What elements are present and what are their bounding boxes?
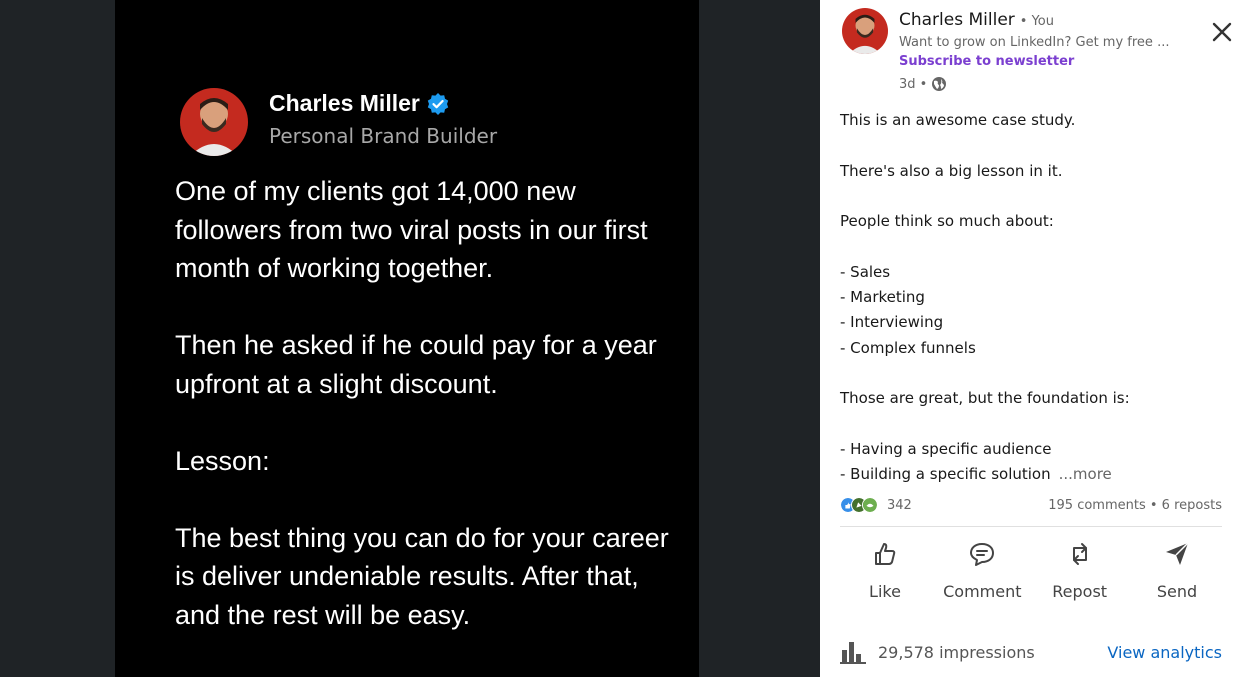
comment-label: Comment [943,582,1022,601]
repost-label: Repost [1052,582,1108,601]
post-image-paragraph: One of my clients got 14,000 new followe… [175,176,648,283]
close-icon[interactable] [1210,20,1234,44]
author-you-label: • You [1019,14,1054,29]
post-text-last-line: - Building a specific solution [840,465,1051,484]
post-text-line: - Sales [840,262,891,281]
post-text-line [840,234,1220,259]
post-text-line: - Interviewing [840,313,944,332]
post-image-author-name: Charles Miller [269,90,420,116]
subscribe-newsletter-link[interactable]: Subscribe to newsletter [899,54,1074,69]
post-text-line: - Marketing [840,288,925,307]
comment-icon [970,543,995,566]
see-more-link[interactable]: ...more [1059,465,1112,483]
comments-reposts-count[interactable]: 195 comments • 6 reposts [1048,498,1222,513]
post-text-line: - Having a specific audience [840,439,1052,458]
impressions: 29,578 impressions [840,640,1035,664]
divider [840,526,1222,527]
send-icon [1165,542,1189,565]
post-image: Charles Miller Personal Brand Builder On… [115,0,699,677]
post-text-line: There's also a big lesson in it. [840,161,1063,180]
social-actions: Like Comment Repost Send [840,540,1222,601]
post-image-paragraph: Lesson: [175,445,270,476]
image-viewer: Charles Miller Personal Brand Builder On… [0,0,820,677]
author-avatar[interactable] [842,8,888,54]
post-text-line: - Complex funnels [840,338,976,357]
post-detail-panel: Charles Miller • You Want to grow on Lin… [820,0,1242,677]
post-text-line [840,133,1220,158]
post-text-line: Those are great, but the foundation is: [840,389,1130,408]
reactions-summary[interactable]: 342 [840,497,912,513]
repost-button[interactable]: Repost [1035,540,1125,601]
post-image-author-title: Personal Brand Builder [269,124,498,148]
repost-icon [1072,543,1087,565]
bar-chart-icon [840,642,866,664]
post-text-line [840,412,1220,437]
post-image-paragraph: The best thing you can do for your caree… [175,522,669,630]
thumbs-up-icon [875,543,896,565]
verified-badge-icon [427,92,449,115]
impressions-count: 29,578 impressions [878,642,1035,662]
send-label: Send [1156,582,1198,601]
globe-icon [932,77,947,91]
comment-button[interactable]: Comment [937,540,1027,601]
view-analytics-link[interactable]: View analytics [1107,643,1222,662]
support-reaction-icon [862,497,878,513]
post-text-line: This is an awesome case study. [840,111,1076,129]
post-text-line: People think so much about: [840,212,1054,231]
like-label: Like [869,582,901,601]
post-text-line [840,184,1220,209]
post-text-line: - Building a specific solution ...more [840,462,1220,487]
post-image-paragraph: Then he asked if he could pay for a year… [175,330,657,399]
post-text-line [840,361,1220,386]
post-image-avatar [180,88,248,156]
like-button[interactable]: Like [840,540,930,601]
author-name-link[interactable]: Charles Miller [899,10,1015,30]
analytics-row: 29,578 impressions View analytics [840,640,1222,664]
reaction-count: 342 [887,497,912,513]
send-button[interactable]: Send [1132,540,1222,601]
post-time: 3d • [899,76,928,92]
post-text: This is an awesome case study. There's a… [840,108,1220,487]
post-image-body: One of my clients got 14,000 new followe… [175,172,685,673]
author-headline: Want to grow on LinkedIn? Get my free ..… [899,35,1170,50]
